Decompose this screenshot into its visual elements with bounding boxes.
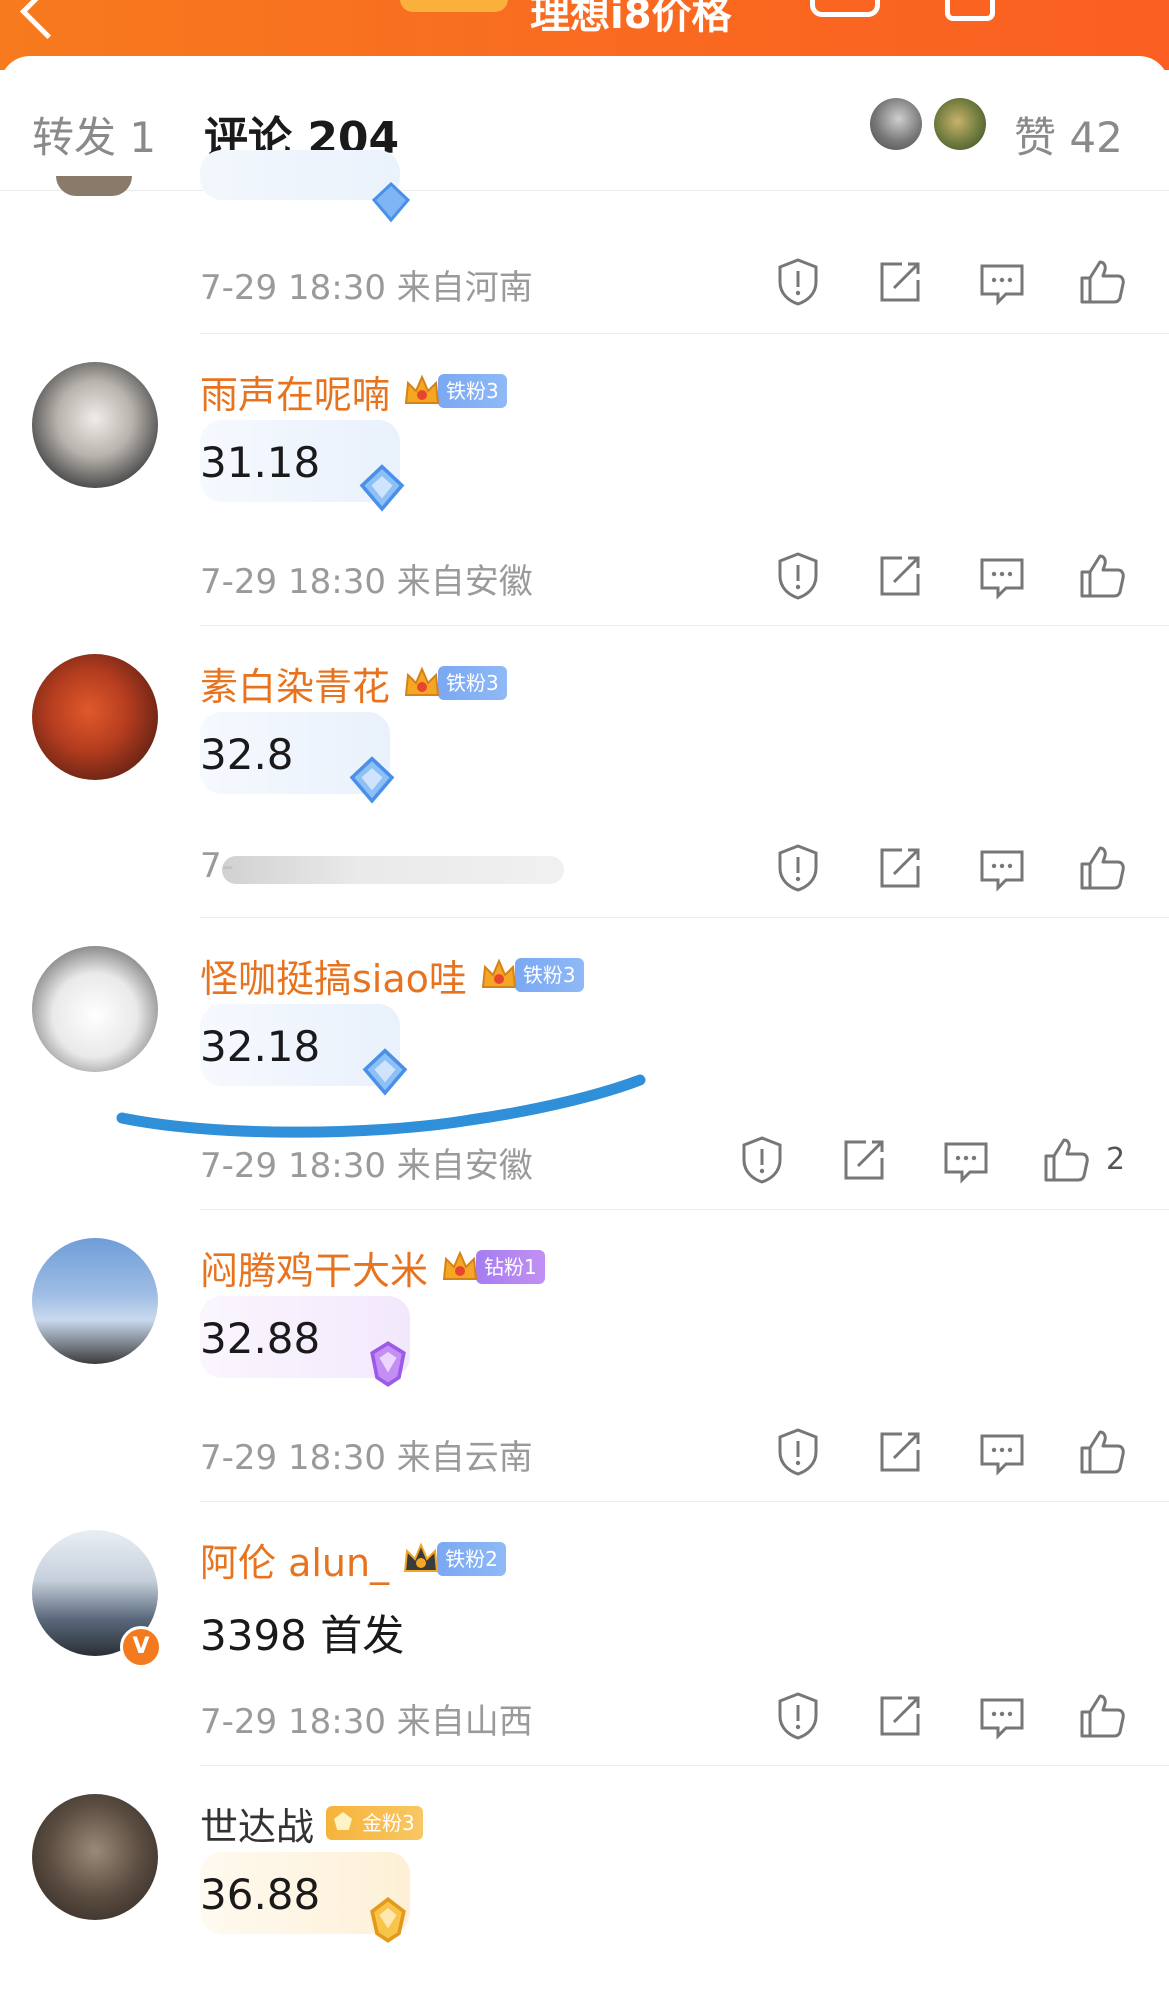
comment-actions xyxy=(740,840,1140,900)
username[interactable]: 雨声在呢喃 xyxy=(200,364,390,419)
comment-meta: 7-29 18:30 来自安徽 xyxy=(200,1146,533,1186)
comment-item: 闷腾鸡干大米 钻粉1 32.88 7-29 18:30 来自云南 xyxy=(0,1210,1169,1502)
star-icon xyxy=(334,1812,353,1830)
repost-icon[interactable] xyxy=(872,840,928,896)
crown-icon xyxy=(403,1542,439,1572)
comment-text: 32.18 xyxy=(200,1022,321,1071)
report-icon[interactable] xyxy=(770,1424,826,1480)
comment-text: 36.88 xyxy=(200,1870,321,1919)
comment-actions xyxy=(740,1424,1140,1484)
fan-badge: 铁粉3 xyxy=(438,374,507,408)
comment-item: 怪咖挺搞siao哇 铁粉3 32.18 7-29 18:30 来自安徽 2 xyxy=(0,918,1169,1210)
diamond-gem-icon xyxy=(370,1341,406,1387)
report-icon[interactable] xyxy=(770,548,826,604)
thumbs-up-icon[interactable] xyxy=(1074,1688,1130,1744)
reply-icon[interactable] xyxy=(974,254,1030,310)
repost-icon[interactable] xyxy=(872,548,928,604)
fan-badge: 铁粉3 xyxy=(514,958,584,992)
username[interactable]: 阿伦 alun_ xyxy=(200,1532,389,1587)
comment-header: 闷腾鸡干大米 钻粉1 xyxy=(200,1240,545,1295)
comment-header: 素白染青花 铁粉3 xyxy=(200,656,507,711)
like-count: 2 xyxy=(1106,1142,1126,1177)
comment-item: 世达战 金粉3 36.88 xyxy=(0,1766,1169,1999)
tab-bar: 转发 1 评论 204 赞 42 xyxy=(0,56,1169,191)
thumbs-up-icon[interactable] xyxy=(1074,840,1130,896)
reply-icon[interactable] xyxy=(974,548,1030,604)
diamond-gem-icon xyxy=(371,181,411,223)
comment-header: 怪咖挺搞siao哇 铁粉3 xyxy=(200,948,584,1003)
diamond-gem-icon xyxy=(349,756,395,804)
comment-item: 7-29 18:30 来自河南 xyxy=(0,150,1169,334)
page-title: 理想i8价格 xyxy=(530,0,732,38)
blurred-meta xyxy=(222,856,564,884)
audio-icon[interactable] xyxy=(810,0,880,17)
username[interactable]: 怪咖挺搞siao哇 xyxy=(200,948,467,1003)
comment-meta: 7-29 18:30 来自河南 xyxy=(200,268,533,308)
comment-item: 雨声在呢喃 铁粉3 31.18 7-29 18:30 来自安徽 xyxy=(0,334,1169,626)
username[interactable]: 世达战 xyxy=(200,1796,314,1851)
back-icon[interactable] xyxy=(19,0,76,40)
share-icon[interactable] xyxy=(945,0,995,21)
comment-text: 32.88 xyxy=(200,1314,321,1363)
comment-header: 阿伦 alun_ 铁粉2 xyxy=(200,1532,506,1587)
fan-badge-label: 金粉3 xyxy=(362,1811,415,1835)
comment-text: 3398 首发 xyxy=(200,1611,405,1660)
fan-badge: 钻粉1 xyxy=(476,1250,545,1284)
crown-icon xyxy=(481,958,517,988)
repost-icon[interactable] xyxy=(872,1688,928,1744)
repost-icon[interactable] xyxy=(836,1132,892,1188)
avatar[interactable] xyxy=(32,1238,158,1364)
avatar[interactable] xyxy=(32,654,158,780)
comment-actions xyxy=(740,548,1140,608)
avatar[interactable] xyxy=(870,98,922,150)
diamond-gem-icon xyxy=(370,1897,406,1943)
reply-icon[interactable] xyxy=(974,1688,1030,1744)
thumbs-up-icon[interactable] xyxy=(1074,1424,1130,1480)
comment-meta: 7-29 18:30 来自山西 xyxy=(200,1702,533,1742)
thumbs-up-icon[interactable] xyxy=(1074,548,1130,604)
fan-badge: 金粉3 xyxy=(326,1806,423,1840)
tab-repost[interactable]: 转发 1 xyxy=(32,104,156,165)
comment-actions xyxy=(740,254,1140,314)
repost-icon[interactable] xyxy=(872,254,928,310)
report-icon[interactable] xyxy=(770,254,826,310)
username[interactable]: 素白染青花 xyxy=(200,656,390,711)
comment-meta: 7-29 18:30 来自云南 xyxy=(200,1438,533,1478)
comment-actions xyxy=(740,1688,1140,1748)
comment-text: 31.18 xyxy=(200,438,321,487)
comment-item: 素白染青花 铁粉3 32.8 7- xyxy=(0,626,1169,918)
report-icon[interactable] xyxy=(770,840,826,896)
repost-icon[interactable] xyxy=(872,1424,928,1480)
avatar[interactable] xyxy=(32,362,158,488)
reply-icon[interactable] xyxy=(974,840,1030,896)
avatar[interactable] xyxy=(32,946,158,1072)
comment-text: 32.8 xyxy=(200,730,294,779)
avatar[interactable] xyxy=(32,1794,158,1920)
avatar[interactable] xyxy=(56,176,132,196)
comment-item: V 阿伦 alun_ 铁粉2 3398 首发 7-29 18:30 来自山西 xyxy=(0,1502,1169,1766)
thumbs-up-icon[interactable] xyxy=(1038,1132,1094,1188)
reply-icon[interactable] xyxy=(938,1132,994,1188)
diamond-gem-icon xyxy=(362,1048,408,1096)
crown-icon xyxy=(404,666,440,696)
crown-icon xyxy=(442,1250,478,1280)
header-pill xyxy=(400,0,508,12)
thumbs-up-icon[interactable] xyxy=(1074,254,1130,310)
comment-header: 世达战 金粉3 xyxy=(200,1796,423,1851)
fan-badge: 铁粉2 xyxy=(437,1542,506,1576)
diamond-gem-icon xyxy=(359,464,405,512)
reply-icon[interactable] xyxy=(974,1424,1030,1480)
comment-meta: 7-29 18:30 来自安徽 xyxy=(200,562,533,602)
username[interactable]: 闷腾鸡干大米 xyxy=(200,1240,428,1295)
comment-actions: 2 xyxy=(704,1132,1125,1192)
fan-badge: 铁粉3 xyxy=(438,666,507,700)
report-icon[interactable] xyxy=(770,1688,826,1744)
report-icon[interactable] xyxy=(734,1132,790,1188)
crown-icon xyxy=(404,374,440,404)
tab-likes[interactable]: 赞 42 xyxy=(1014,104,1123,165)
verified-icon: V xyxy=(120,1626,162,1668)
avatar[interactable] xyxy=(934,98,986,150)
comment-header: 雨声在呢喃 铁粉3 xyxy=(200,364,507,419)
